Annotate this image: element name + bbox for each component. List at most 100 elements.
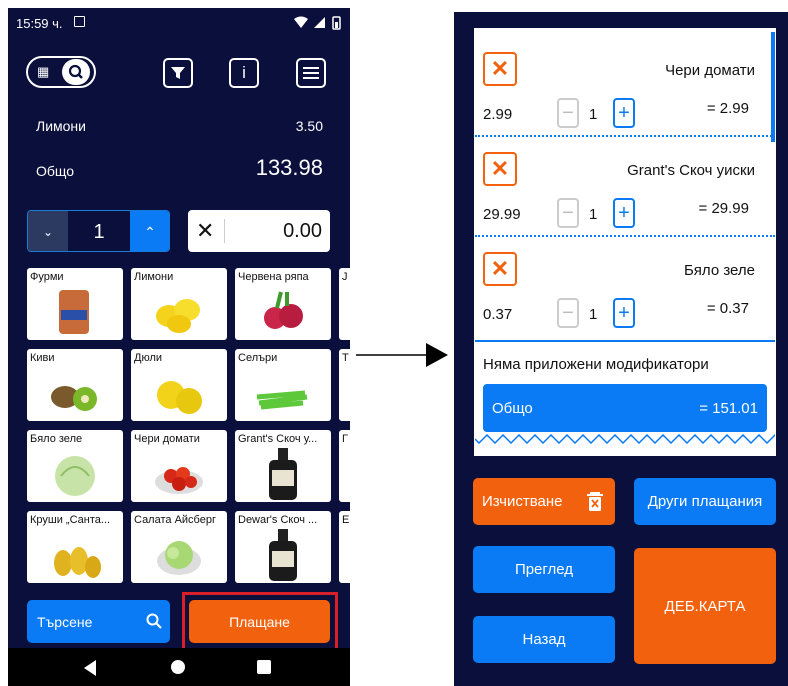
product-tile[interactable]: Чери домати [131, 430, 227, 502]
product-tile-label: Селъри [238, 352, 278, 364]
filter-icon [171, 67, 185, 79]
recents-nav-icon[interactable] [257, 660, 271, 674]
clear-button-label: Изчистване [482, 493, 563, 510]
cart-total-bar: Общо = 151.01 [483, 384, 767, 432]
quantity-decrease-button[interactable]: ⌄ [28, 211, 68, 251]
product-tile[interactable]: Фурми [27, 268, 123, 340]
cart-item-name: Grant's Скоч уиски [627, 162, 755, 179]
cart-item-sum: = 2.99 [706, 100, 749, 117]
item-separator [475, 135, 775, 137]
review-button[interactable]: Преглед [473, 546, 615, 593]
quantity-stepper[interactable]: ⌄ 1 ⌃ [27, 210, 170, 252]
cart-item-sum: = 0.37 [706, 300, 749, 317]
filter-button[interactable] [163, 58, 193, 88]
discount-value: 0.00 [283, 220, 322, 242]
back-button[interactable]: Назад [473, 616, 615, 663]
qty-decrease-button[interactable]: − [557, 198, 579, 228]
grid-icon: ▦ [37, 64, 50, 79]
product-tile-label: J [342, 271, 348, 283]
product-tile[interactable]: Салата Айсберг [131, 511, 227, 583]
clear-button[interactable]: Изчистване [473, 478, 615, 525]
qty-increase-button[interactable]: + [613, 98, 635, 128]
minus-icon: − [562, 301, 574, 324]
back-label: Назад [522, 631, 566, 648]
other-payments-button[interactable]: Други плащания [634, 478, 776, 525]
search-mode-button[interactable] [62, 59, 90, 85]
product-tile[interactable]: Круши „Санта... [27, 511, 123, 583]
item-separator [475, 235, 775, 237]
product-tile[interactable]: Селъри [235, 349, 331, 421]
cart-item-qty: 1 [589, 306, 598, 323]
product-tile-label: E [342, 514, 350, 526]
cherry-tomatoes-icon [155, 467, 203, 494]
cart-item-price: 29.99 [483, 206, 521, 223]
product-tile-label: Чери домати [134, 433, 200, 445]
close-icon: ✕ [490, 56, 510, 81]
menu-button[interactable] [296, 58, 326, 88]
product-tile[interactable]: Dewar's Скоч ... [235, 511, 331, 583]
product-tile-label: Лимони [134, 271, 174, 283]
product-tile[interactable]: Grant's Скоч у... [235, 430, 331, 502]
chevron-down-icon: ⌄ [42, 225, 54, 239]
product-tile[interactable]: Дюли [131, 349, 227, 421]
other-payments-label: Други плащания [647, 493, 763, 510]
cart-item-sum: = 29.99 [698, 200, 749, 217]
quantity-increase-button[interactable]: ⌃ [130, 211, 169, 251]
qty-increase-button[interactable]: + [613, 198, 635, 228]
product-tile-label: Круши „Санта... [30, 514, 111, 526]
modifiers-text: Няма приложени модификатори [483, 356, 709, 373]
cart-item-price: 0.37 [483, 306, 513, 323]
home-nav-icon[interactable] [171, 660, 185, 674]
back-nav-icon[interactable] [84, 660, 98, 676]
cart-item: ✕ Бяло зеле 0.37 −1 + = 0.37 [475, 238, 775, 338]
clear-x-icon[interactable]: ✕ [196, 218, 214, 244]
last-item-price: 3.50 [295, 118, 323, 134]
pay-button-label: Плащане [229, 613, 290, 630]
minus-icon: − [562, 201, 574, 224]
product-tile-partial[interactable]: Г [339, 430, 350, 502]
product-tile[interactable]: Бяло зеле [27, 430, 123, 502]
qty-increase-button[interactable]: + [613, 298, 635, 328]
remove-item-button[interactable]: ✕ [483, 152, 517, 186]
gallery-notification-icon [74, 16, 85, 27]
pears-icon [54, 547, 101, 578]
status-bar: 15:59 ч. [8, 8, 350, 38]
total-label: Общо [36, 163, 75, 179]
whisky-bottle-icon [269, 448, 297, 500]
debit-card-button[interactable]: ДЕБ.КАРТА [634, 548, 776, 664]
close-icon: ✕ [490, 156, 510, 181]
signal-battery-icons [294, 16, 341, 30]
product-tile-partial[interactable]: J [339, 268, 350, 340]
info-button[interactable]: i [229, 58, 259, 88]
product-tile[interactable]: Лимони [131, 268, 227, 340]
cart-item-qty: 1 [589, 106, 598, 123]
total-value: 133.98 [255, 155, 323, 180]
chevron-up-icon: ⌃ [144, 223, 156, 240]
product-tile-label: Г [342, 433, 348, 445]
product-tile[interactable]: Киви [27, 349, 123, 421]
cart-item-name: Чери домати [665, 62, 755, 79]
remove-item-button[interactable]: ✕ [483, 52, 517, 86]
view-mode-toggle[interactable]: ▦ [26, 56, 96, 88]
product-tile[interactable]: Червена ряпа [235, 268, 331, 340]
remove-item-button[interactable]: ✕ [483, 252, 517, 286]
receipt-zigzag-edge [475, 434, 775, 444]
product-tile-partial[interactable]: Т [339, 349, 350, 421]
debit-card-label: ДЕБ.КАРТА [664, 597, 746, 615]
discount-field[interactable]: ✕ 0.00 [188, 210, 330, 252]
qty-decrease-button[interactable]: − [557, 298, 579, 328]
plus-icon: + [618, 301, 630, 324]
kiwi-icon [51, 386, 97, 411]
plus-icon: + [618, 101, 630, 124]
cart-total-value: = 151.01 [699, 400, 758, 417]
product-tile-partial[interactable]: E [339, 511, 350, 583]
product-tile-label: Бяло зеле [30, 433, 83, 445]
pay-button[interactable]: Плащане [189, 600, 330, 643]
cart-item-qty: 1 [589, 206, 598, 223]
search-button[interactable]: Търсене [27, 600, 170, 643]
product-tile-label: Дюли [134, 352, 163, 364]
dates-package-icon [59, 290, 89, 334]
modifiers-divider [475, 340, 775, 342]
qty-decrease-button[interactable]: − [557, 98, 579, 128]
cabbage-icon [55, 456, 95, 496]
